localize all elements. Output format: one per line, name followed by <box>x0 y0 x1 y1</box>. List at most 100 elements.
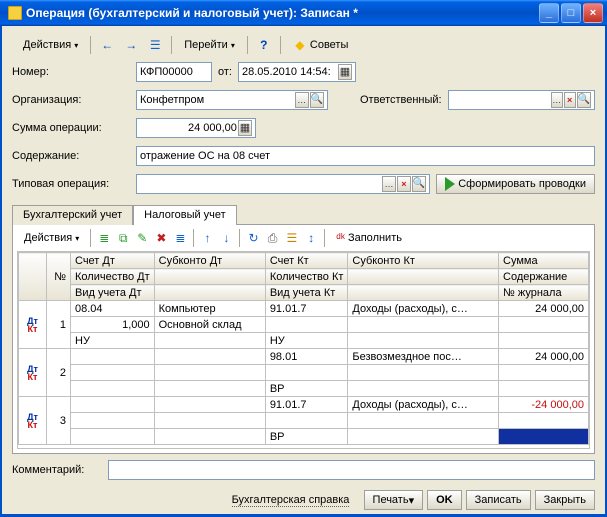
table-row[interactable]: ВР <box>19 429 589 445</box>
typical-input[interactable] <box>136 174 430 194</box>
print-button[interactable]: Печать▾ <box>364 490 424 510</box>
table-row[interactable] <box>19 413 589 429</box>
col-acc-dt[interactable]: Счет Дт <box>71 253 155 269</box>
org-select-button[interactable] <box>295 92 309 108</box>
cell-sub-dt[interactable] <box>154 349 265 365</box>
cell-sub-dt3[interactable] <box>154 381 265 397</box>
minimize-button[interactable]: _ <box>539 3 559 23</box>
col-qty-kt[interactable]: Количество Кт <box>265 269 348 285</box>
make-postings-button[interactable]: Сформировать проводки <box>436 174 595 194</box>
cell-sub-dt2[interactable] <box>154 413 265 429</box>
col-qty-dt[interactable]: Количество Дт <box>71 269 155 285</box>
cell-sub-kt2[interactable] <box>348 365 499 381</box>
cell-qty-kt[interactable] <box>265 413 348 429</box>
responsible-select-button[interactable] <box>551 92 563 108</box>
responsible-clear-button[interactable] <box>564 92 576 108</box>
col-sub-kt[interactable]: Субконто Кт <box>348 253 499 269</box>
cell-sub-kt3[interactable] <box>348 429 499 445</box>
cell-content[interactable] <box>499 317 589 333</box>
cell-view-dt[interactable] <box>71 381 155 397</box>
cell-view-kt[interactable]: ВР <box>265 381 348 397</box>
cell-qty-kt[interactable] <box>265 365 348 381</box>
cell-journal[interactable] <box>499 381 589 397</box>
table-row[interactable]: НУ НУ <box>19 333 589 349</box>
col-num[interactable]: № <box>47 253 71 301</box>
struct-button[interactable] <box>144 35 166 55</box>
close-window-button[interactable]: × <box>583 3 603 23</box>
table-row[interactable]: ВР <box>19 381 589 397</box>
col-acc-kt[interactable]: Счет Кт <box>265 253 348 269</box>
sort-button[interactable]: ↕ <box>302 229 320 247</box>
cell-acc-dt[interactable] <box>71 397 155 413</box>
typical-select-button[interactable] <box>382 176 396 192</box>
advice-button[interactable]: Советы <box>286 35 356 55</box>
typical-clear-button[interactable] <box>397 176 411 192</box>
org-input[interactable] <box>136 90 328 110</box>
sum-input[interactable] <box>136 118 256 138</box>
content-input[interactable] <box>136 146 595 166</box>
grid-actions-menu[interactable]: Действия▾ <box>17 229 86 247</box>
delete-row-button[interactable]: ✖ <box>152 229 170 247</box>
cell-journal[interactable] <box>499 333 589 349</box>
table-row[interactable]: ДтКт 3 91.01.7 Доходы (расходы), с… -24 … <box>19 397 589 413</box>
typical-search-button[interactable] <box>412 176 426 192</box>
cell-qty-dt[interactable]: 1,000 <box>71 317 155 333</box>
table-row[interactable] <box>19 365 589 381</box>
responsible-search-button[interactable] <box>577 92 591 108</box>
cell-sub-kt2[interactable] <box>348 317 499 333</box>
tab-nu[interactable]: Налоговый учет <box>133 205 237 225</box>
nav-fwd-button[interactable] <box>120 35 142 55</box>
cell-sub-dt2[interactable]: Основной склад <box>154 317 265 333</box>
number-input[interactable] <box>136 62 212 82</box>
ok-button[interactable]: OK <box>427 490 462 510</box>
cell-sub-kt3[interactable] <box>348 333 499 349</box>
comment-input[interactable] <box>108 460 595 480</box>
cell-journal[interactable] <box>499 429 589 445</box>
cell-sub-dt[interactable] <box>154 397 265 413</box>
cell-view-kt[interactable]: ВР <box>265 429 348 445</box>
clear-button[interactable]: ≣ <box>171 229 189 247</box>
col-content[interactable]: Содержание <box>499 269 589 285</box>
sum-calc-button[interactable] <box>238 120 252 136</box>
org-search-button[interactable] <box>310 92 324 108</box>
cell-content[interactable] <box>499 413 589 429</box>
print-grid-button[interactable]: ⎙ <box>264 229 282 247</box>
actions-menu[interactable]: Действия▾ <box>16 35 85 55</box>
refresh-button[interactable]: ↻ <box>244 229 262 247</box>
col-view-dt[interactable]: Вид учета Дт <box>71 285 155 301</box>
cell-sub-kt3[interactable] <box>348 381 499 397</box>
move-down-button[interactable]: ↓ <box>217 229 235 247</box>
col-view-kt[interactable]: Вид учета Кт <box>265 285 348 301</box>
postings-grid[interactable]: № Счет Дт Субконто Дт Счет Кт Субконто К… <box>17 251 590 449</box>
col-journal[interactable]: № журнала <box>499 285 589 301</box>
cell-view-kt[interactable]: НУ <box>265 333 348 349</box>
cell-sub-kt[interactable]: Доходы (расходы), с… <box>348 397 499 413</box>
help-button[interactable] <box>253 35 275 55</box>
edit-row-button[interactable]: ✎ <box>133 229 151 247</box>
table-row[interactable]: 1,000 Основной склад <box>19 317 589 333</box>
cell-sub-kt[interactable]: Доходы (расходы), с… <box>348 301 499 317</box>
col-sub-dt[interactable]: Субконто Дт <box>154 253 265 269</box>
cell-acc-kt[interactable]: 91.01.7 <box>265 301 348 317</box>
cell-sub-dt[interactable]: Компьютер <box>154 301 265 317</box>
cell-view-dt[interactable]: НУ <box>71 333 155 349</box>
cell-acc-kt[interactable]: 91.01.7 <box>265 397 348 413</box>
responsible-input[interactable] <box>448 90 595 110</box>
cell-sum[interactable]: 24 000,00 <box>499 301 589 317</box>
col-sum[interactable]: Сумма <box>499 253 589 269</box>
cell-sum[interactable]: -24 000,00 <box>499 397 589 413</box>
cell-sub-dt2[interactable] <box>154 365 265 381</box>
tab-bu[interactable]: Бухгалтерский учет <box>12 205 133 225</box>
cell-sub-dt3[interactable] <box>154 429 265 445</box>
table-row[interactable]: ДтКт 2 98.01 Безвозмездное пос… 24 000,0… <box>19 349 589 365</box>
fill-button[interactable]: ᵈᵏ Заполнить <box>329 229 409 247</box>
goto-menu[interactable]: Перейти▾ <box>177 35 242 55</box>
cell-sub-dt3[interactable] <box>154 333 265 349</box>
cell-acc-dt[interactable]: 08.04 <box>71 301 155 317</box>
maximize-button[interactable]: □ <box>561 3 581 23</box>
cell-acc-dt[interactable] <box>71 349 155 365</box>
cell-qty-dt[interactable] <box>71 365 155 381</box>
nav-back-button[interactable] <box>96 35 118 55</box>
cell-sub-kt[interactable]: Безвозмездное пос… <box>348 349 499 365</box>
add-copy-button[interactable]: ⧉ <box>114 229 132 247</box>
